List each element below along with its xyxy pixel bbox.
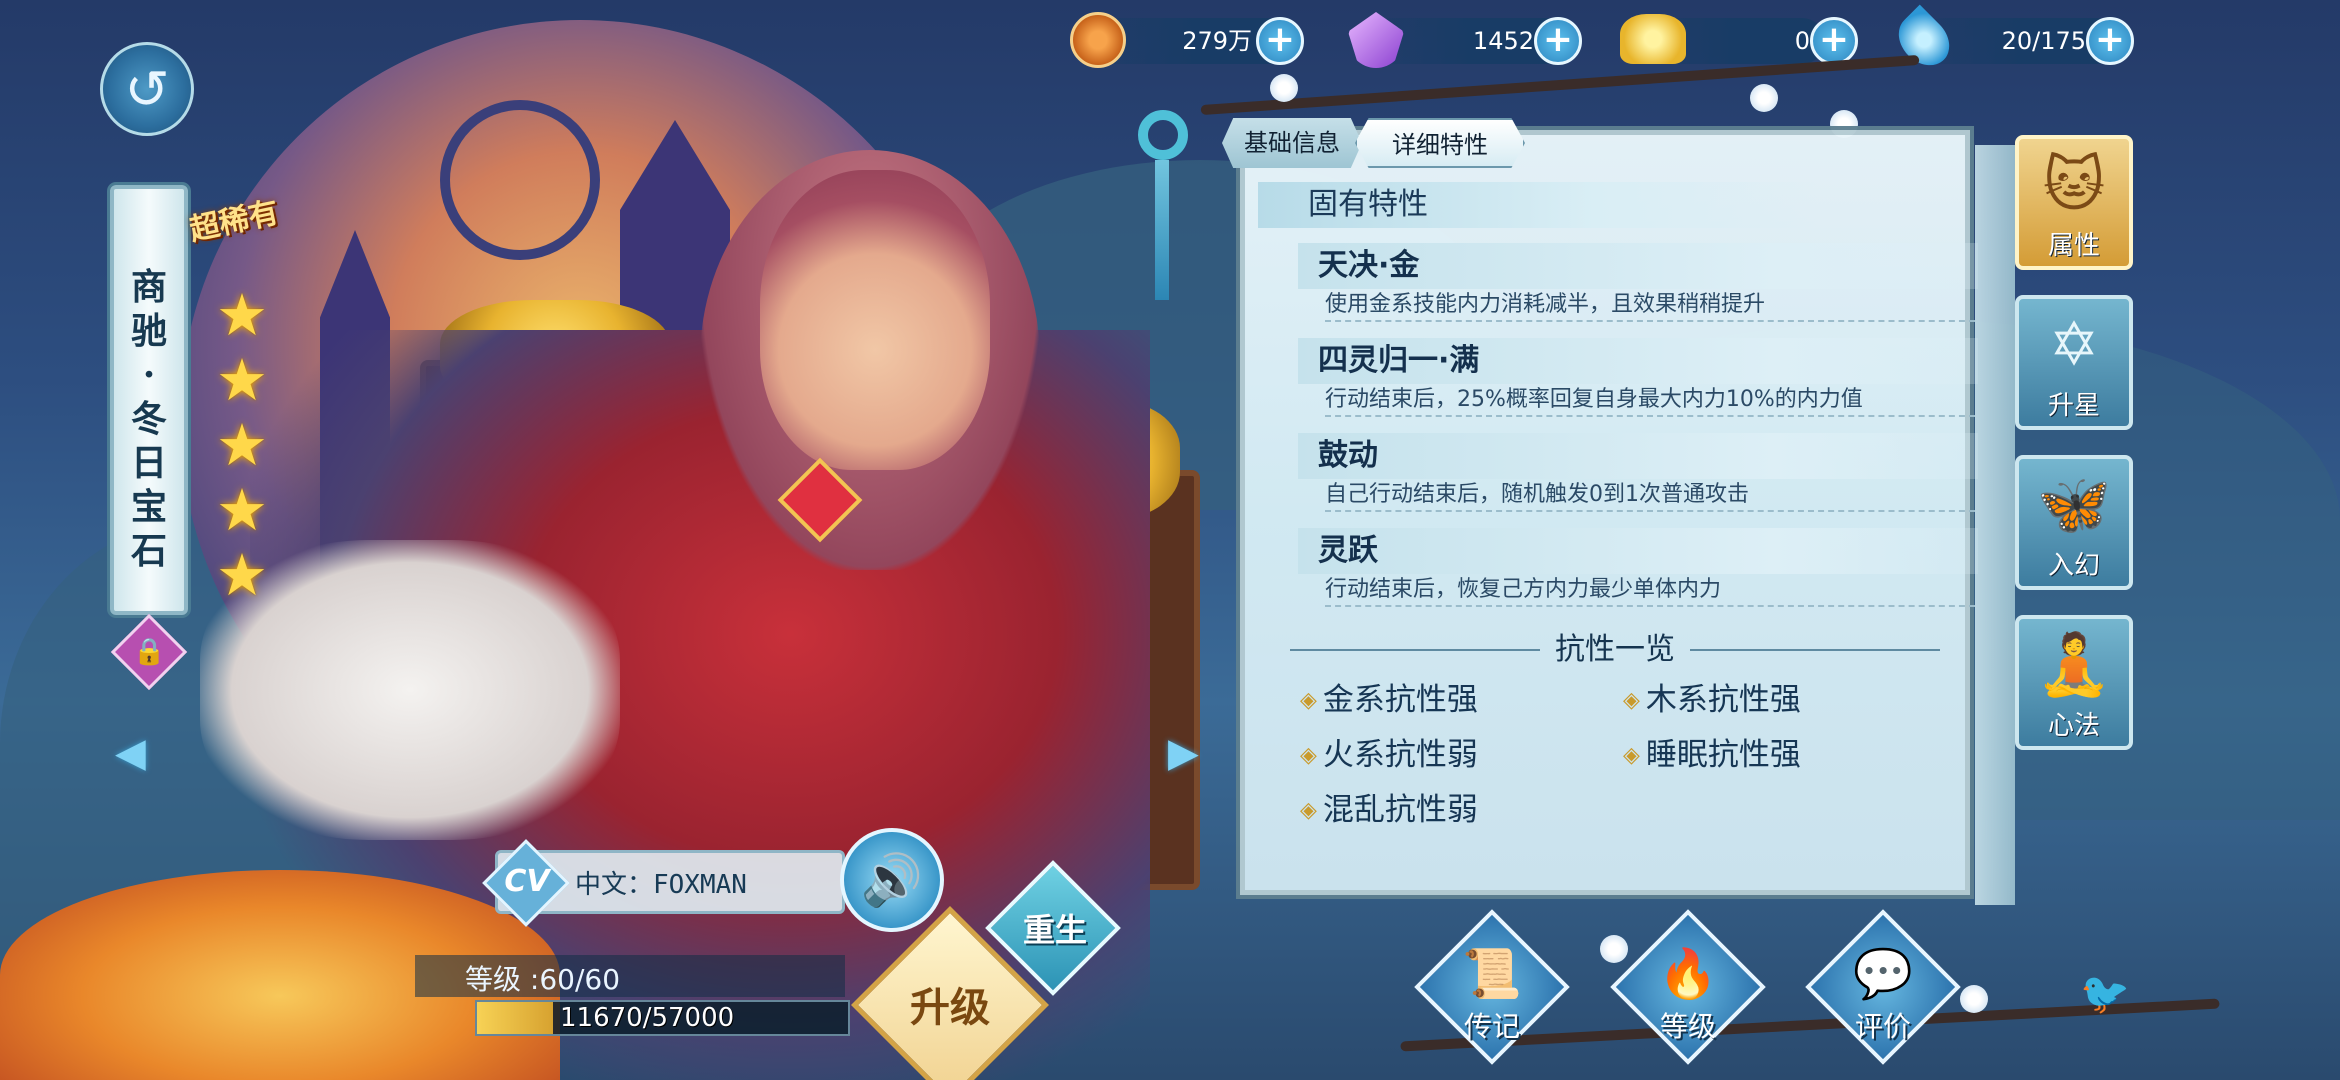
next-character-arrow-icon[interactable]: ▶	[1168, 730, 1199, 776]
name-char: 宝	[130, 486, 167, 528]
level-label: 等级	[1659, 1010, 1716, 1043]
attributes-label: 属性	[2047, 231, 2100, 261]
trait-name: 灵跃	[1298, 528, 1978, 574]
trait-name: 鼓动	[1298, 433, 1978, 479]
exp-text: 11670/57000	[560, 1003, 735, 1033]
resistance-overview-title: 抗性一览	[1270, 630, 1960, 670]
exp-bar-fill	[477, 1002, 553, 1034]
resource-value: 1452	[1472, 27, 1534, 55]
star-up-label: 升星	[2047, 391, 2100, 421]
name-char: 日	[130, 442, 167, 484]
resource-value: 279万	[1182, 27, 1252, 55]
blossom	[1600, 935, 1628, 963]
back-button[interactable]: ↺	[100, 42, 194, 136]
star-icon: ★	[216, 281, 268, 349]
cat-mask-icon: 🐱	[2042, 150, 2106, 220]
name-char: ·	[142, 354, 156, 396]
star-icon: ★	[216, 411, 268, 479]
trait-description: 使用金系技能内力消耗减半，且效果稍稍提升	[1325, 288, 1975, 322]
bird: 🐦	[2080, 971, 2130, 1017]
resistance-item: 木系抗性强	[1623, 678, 1801, 722]
illusion-button[interactable]: 🦋 入幻	[2015, 455, 2133, 590]
mind-method-button[interactable]: 🧘 心法	[2015, 615, 2133, 750]
biography-label: 传记	[1463, 1010, 1520, 1043]
blossom	[1750, 84, 1778, 112]
attributes-button[interactable]: 🐱 属性	[2015, 135, 2133, 270]
voice-actor-name: 中文：FOXMAN	[575, 870, 747, 900]
blossom	[1960, 985, 1988, 1013]
cv-label: CV	[504, 864, 550, 899]
name-char: 冬	[130, 398, 167, 440]
inherent-traits-title: 固有特性	[1258, 182, 1818, 228]
resistance-item: 金系抗性强	[1300, 678, 1478, 722]
gold-ingot-icon	[1620, 14, 1686, 64]
butterfly-icon: 🦋	[2036, 470, 2112, 540]
scroll-icon: 📜	[1462, 946, 1522, 1002]
star-icon: ★	[216, 346, 268, 414]
blossom	[1270, 74, 1298, 102]
resource-value: 0	[1794, 27, 1810, 55]
tab-basic-info[interactable]: 基础信息	[1222, 118, 1362, 168]
star-icon: ★	[216, 541, 268, 609]
level-text: 等级 :60/60	[465, 963, 621, 996]
trait-description: 自己行动结束后，随机触发0到1次普通攻击	[1325, 478, 1975, 512]
screen-side-panel	[1975, 145, 2015, 905]
mind-method-label: 心法	[2047, 711, 2100, 741]
return-arrow-icon: ↺	[124, 57, 170, 121]
name-char: 驰	[130, 310, 167, 352]
copper-coin-icon	[1070, 12, 1126, 68]
resistance-item: 睡眠抗性强	[1623, 733, 1801, 777]
speaker-icon: 🔊	[860, 851, 924, 909]
add-copper-button[interactable]: +	[1256, 17, 1304, 65]
character-name: 商 驰 · 冬 日 宝 石	[110, 265, 188, 573]
resistance-item: 混乱抗性弱	[1300, 788, 1478, 832]
rebirth-label: 重生	[1022, 911, 1087, 949]
review-label: 评价	[1854, 1010, 1911, 1043]
add-stamina-button[interactable]: +	[2086, 17, 2134, 65]
add-crystal-button[interactable]: +	[1534, 17, 1582, 65]
name-char: 商	[130, 266, 167, 308]
trait-name: 天决·金	[1298, 243, 1978, 289]
trait-description: 行动结束后，恢复己方内力最少单体内力	[1325, 573, 1975, 607]
character-face	[760, 170, 990, 470]
tab-detail-traits[interactable]: 详细特性	[1355, 118, 1525, 168]
jade-tassel	[1155, 160, 1169, 300]
name-char: 石	[130, 530, 167, 572]
resource-value: 20/175	[2001, 27, 2086, 55]
star-up-button[interactable]: ✡ 升星	[2015, 295, 2133, 430]
upgrade-label: 升级	[910, 984, 990, 1031]
chat-bubbles-icon: 💬	[1853, 946, 1913, 1002]
star-icon: ★	[216, 476, 268, 544]
flame-icon: 🔥	[1658, 946, 1718, 1002]
illusion-label: 入幻	[2047, 551, 2100, 581]
resistance-item: 火系抗性弱	[1300, 733, 1478, 777]
trait-name: 四灵归一·满	[1298, 338, 1978, 384]
moon-ring	[440, 100, 600, 260]
add-gold-button[interactable]: +	[1810, 17, 1858, 65]
trait-description: 行动结束后，25%概率回复自身最大内力10%的内力值	[1325, 383, 1975, 417]
meditation-icon: 🧘	[2036, 630, 2112, 700]
hexagram-icon: ✡	[2048, 310, 2100, 380]
play-voice-button[interactable]: 🔊	[840, 828, 944, 932]
game-screen: ↺ 商 驰 · 冬 日 宝 石 超稀有 ★ ★ ★ ★ ★ 🔒 ◀ ▶ 279万…	[0, 0, 2340, 1080]
previous-character-arrow-icon[interactable]: ◀	[115, 730, 146, 776]
jade-pendant	[1138, 110, 1188, 160]
